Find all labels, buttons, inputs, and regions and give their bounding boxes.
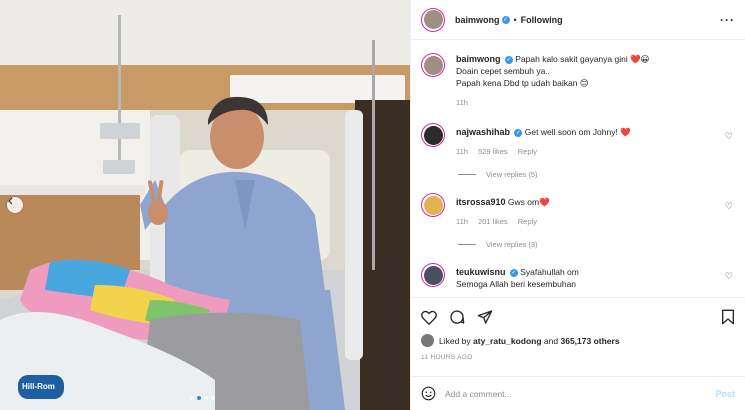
author-avatar[interactable] bbox=[421, 7, 445, 32]
comment-text: Get well soon om Johny! ❤️ bbox=[524, 127, 631, 137]
emoji-icon[interactable] bbox=[421, 386, 436, 401]
commenter-username[interactable]: najwashihab bbox=[456, 127, 510, 137]
comment-time[interactable]: 11h bbox=[456, 217, 468, 226]
reply-button[interactable]: Reply bbox=[518, 217, 537, 226]
caption-line: Papah kalo sakit gayanya gini ❤️😀 bbox=[515, 54, 650, 64]
author-username[interactable]: baimwong bbox=[455, 15, 500, 25]
comments-list[interactable]: baimwong ✓ Papah kalo sakit gayanya gini… bbox=[411, 41, 745, 297]
verified-icon: ✓ bbox=[514, 128, 523, 137]
caption-username[interactable]: baimwong bbox=[456, 54, 501, 64]
author-avatar[interactable] bbox=[421, 53, 445, 77]
carousel-dot bbox=[204, 396, 208, 400]
carousel-prev-button[interactable] bbox=[7, 197, 23, 213]
post-sidebar: baimwong ✓ • Following ··· baimwong ✓ Pa… bbox=[410, 0, 745, 410]
add-comment-bar: Add a comment... Post bbox=[411, 376, 745, 410]
more-icon[interactable]: ··· bbox=[720, 13, 735, 27]
chevron-left-icon bbox=[8, 197, 13, 205]
commenter-avatar[interactable] bbox=[421, 193, 445, 217]
caption-line: Papah kena Dbd tp udah baikan 😊 bbox=[456, 78, 589, 88]
verified-icon: ✓ bbox=[504, 55, 513, 64]
post-actions: Liked by aty_ratu_kodong and 365,173 oth… bbox=[411, 297, 745, 361]
view-replies-label: View replies (5) bbox=[486, 170, 538, 179]
bed-brand-label: Hill-Rom bbox=[22, 382, 55, 391]
caption-row: baimwong ✓ Papah kalo sakit gayanya gini… bbox=[421, 53, 735, 109]
following-button[interactable]: Following bbox=[521, 15, 563, 25]
carousel-dot bbox=[190, 396, 194, 400]
comment-icon[interactable] bbox=[449, 309, 465, 325]
comment-time[interactable]: 11h bbox=[456, 147, 468, 156]
comment-row: itsrossa910 Gws om❤️ 11h 201 likes Reply… bbox=[421, 193, 735, 228]
verified-icon: ✓ bbox=[501, 15, 510, 24]
commenter-username[interactable]: itsrossa910 bbox=[456, 197, 506, 207]
hospital-photo-illustration bbox=[0, 0, 410, 410]
post-header: baimwong ✓ • Following ··· bbox=[411, 0, 745, 40]
view-replies-button[interactable]: View replies (3) bbox=[458, 240, 735, 249]
liker-avatar[interactable] bbox=[421, 334, 434, 347]
comment-row: teukuwisnu ✓ Syafahullah om Semoga Allah… bbox=[421, 263, 735, 290]
comment-text: Semoga Allah beri kesembuhan bbox=[456, 279, 577, 289]
heart-icon[interactable]: ♡ bbox=[725, 131, 733, 142]
caption-line: Doain cepet sembuh ya.. bbox=[456, 66, 551, 76]
liker-username[interactable]: aty_ratu_kodong bbox=[473, 336, 542, 346]
carousel-dot bbox=[211, 396, 215, 400]
likes-middle: and bbox=[543, 335, 559, 346]
post-comment-button[interactable]: Post bbox=[715, 389, 735, 399]
heart-icon[interactable]: ♡ bbox=[725, 201, 733, 212]
comment-text: Syafahullah om bbox=[520, 267, 579, 277]
comment-row: najwashihab ✓ Get well soon om Johny! ❤️… bbox=[421, 123, 735, 158]
view-replies-button[interactable]: View replies (5) bbox=[458, 170, 735, 179]
reply-button[interactable]: Reply bbox=[518, 147, 537, 156]
comment-likes[interactable]: 201 likes bbox=[478, 217, 508, 226]
carousel-dot-active bbox=[197, 396, 201, 400]
commenter-avatar[interactable] bbox=[421, 123, 445, 147]
commenter-username[interactable]: teukuwisnu bbox=[456, 267, 506, 277]
carousel-dots bbox=[190, 396, 215, 400]
heart-icon[interactable] bbox=[421, 310, 437, 325]
view-replies-label: View replies (3) bbox=[486, 240, 538, 249]
likes-summary: Liked by aty_ratu_kodong and 365,173 oth… bbox=[421, 334, 735, 347]
comment-text: Gws om❤️ bbox=[507, 197, 550, 207]
caption-time[interactable]: 11h bbox=[456, 98, 468, 107]
likes-others-button[interactable]: 365,173 others bbox=[560, 336, 619, 346]
share-icon[interactable] bbox=[477, 309, 493, 325]
likes-prefix: Liked by bbox=[439, 335, 471, 346]
post-photo[interactable]: Hill-Rom bbox=[0, 0, 410, 410]
comment-likes[interactable]: 529 likes bbox=[478, 147, 508, 156]
commenter-avatar[interactable] bbox=[421, 263, 445, 287]
heart-icon[interactable]: ♡ bbox=[725, 271, 733, 282]
comment-input[interactable]: Add a comment... bbox=[445, 389, 512, 399]
verified-icon: ✓ bbox=[509, 268, 518, 277]
post-timestamp[interactable]: 11 HOURS AGO bbox=[421, 354, 735, 361]
save-icon[interactable] bbox=[721, 309, 735, 325]
